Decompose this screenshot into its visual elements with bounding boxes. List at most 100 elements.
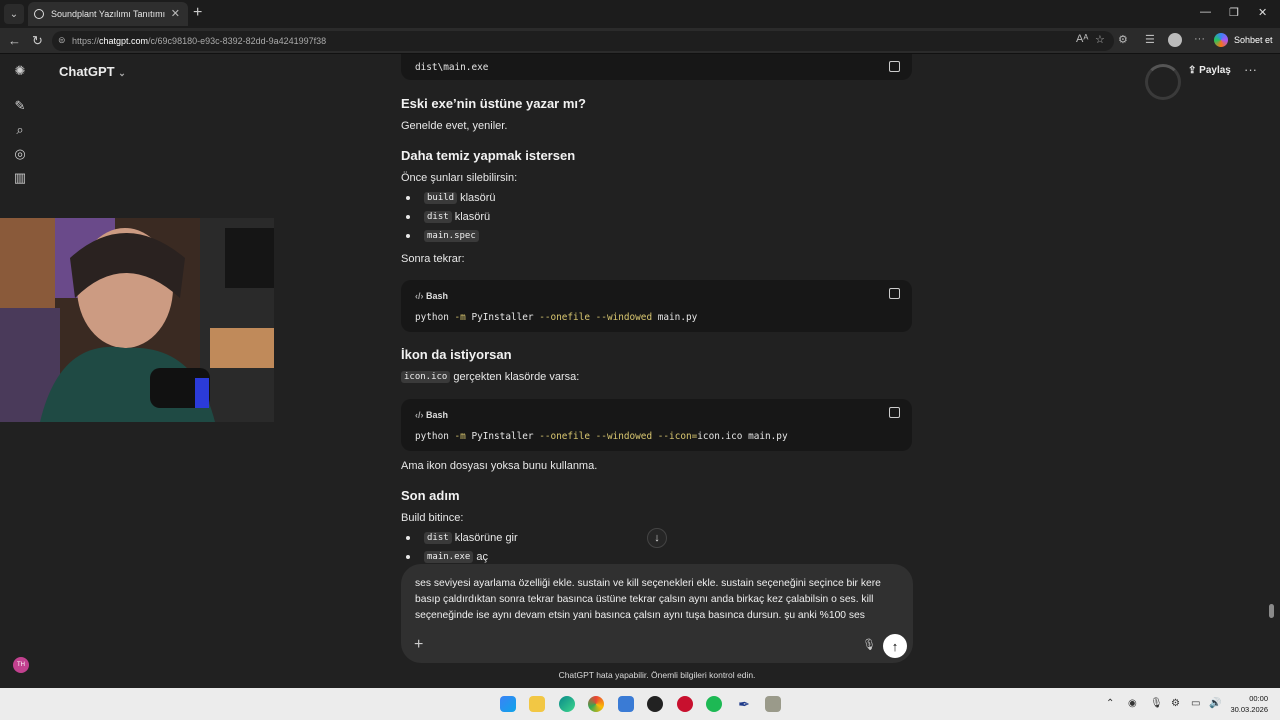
scroll-down-button[interactable]: ↓ [647, 528, 667, 548]
favorite-star-icon[interactable]: ☆ [1095, 33, 1105, 46]
file-explorer-icon[interactable] [529, 696, 545, 712]
code-block: ‹/› Bash python -m PyInstaller --onefile… [401, 399, 912, 451]
prompt-input[interactable]: ses seviyesi ayarlama özelliği ekle. sus… [415, 576, 895, 624]
reload-icon[interactable]: ↻ [32, 33, 43, 49]
scrollbar-thumb[interactable] [1269, 604, 1274, 618]
back-icon[interactable]: ← [8, 33, 21, 48]
url-host: chatgpt.com [99, 36, 149, 46]
browser-tab[interactable]: Soundplant Yazılımı Tanıtımı ✕ [28, 2, 188, 26]
favorites-icon[interactable]: ☰ [1145, 33, 1155, 46]
browser-tab-bar: ⌄ Soundplant Yazılımı Tanıtımı ✕ + — ❐ ✕ [0, 0, 1280, 28]
list-item-text: klasörüne gir [454, 532, 518, 544]
soundplant-icon[interactable] [765, 696, 781, 712]
more-options-icon[interactable]: ··· [1244, 62, 1257, 77]
tab-title: Soundplant Yazılımı Tanıtımı [51, 9, 166, 19]
profile-avatar[interactable] [1168, 33, 1182, 47]
library-icon[interactable]: ▥ [13, 171, 27, 185]
list-item: dist klasörüne gir [406, 532, 518, 544]
list-item-text: klasörü [460, 192, 496, 204]
webcam-overlay [0, 218, 274, 422]
code-line: python -m PyInstaller --onefile --window… [415, 431, 788, 442]
pen-icon[interactable]: ✒ [736, 696, 752, 712]
openai-logo-icon[interactable]: ✺ [13, 64, 27, 78]
taskbar: ✒ ⌃ ◉ 🎙 ⚙ ▭ 🔊 00:00 30.03.2026 [0, 688, 1280, 720]
images-icon[interactable]: ◎ [13, 147, 27, 161]
paragraph: icon.ico gerçekten klasörde varsa: [401, 371, 579, 383]
list-item: dist klasörü [406, 211, 490, 223]
inline-code: dist [424, 211, 452, 223]
copy-icon[interactable] [889, 407, 900, 418]
inline-code: icon.ico [401, 371, 451, 383]
read-aloud-icon[interactable]: Aᴬ [1076, 33, 1088, 45]
url-field[interactable]: ⊜ https://chatgpt.com/c/69c98180-e93c-83… [52, 31, 1114, 51]
share-button[interactable]: ⇪ Paylaş [1188, 65, 1231, 76]
start-icon[interactable] [500, 696, 516, 712]
url-scheme: https:// [72, 36, 100, 46]
edge-icon[interactable] [559, 696, 575, 712]
arrow-up-icon: ↑ [891, 638, 899, 654]
copy-icon[interactable] [889, 61, 900, 72]
new-tab-icon[interactable]: + [193, 4, 202, 22]
model-picker[interactable]: ChatGPT ⌄ [59, 64, 126, 79]
app-icon[interactable] [677, 696, 693, 712]
code-line: dist\main.exe [415, 62, 489, 73]
site-info-icon[interactable]: ⊜ [58, 35, 66, 46]
settings-tray-icon[interactable]: ⚙ [1171, 698, 1180, 709]
code-block: dist\main.exe [401, 54, 912, 80]
chatgpt-favicon-icon [34, 9, 44, 19]
minimize-icon[interactable]: — [1200, 6, 1211, 18]
steam-icon[interactable]: ◉ [1128, 698, 1137, 709]
chevron-down-icon: ⌄ [118, 68, 126, 78]
browser-menu-icon[interactable]: ··· [1194, 33, 1205, 45]
new-chat-icon[interactable]: ✎ [13, 99, 27, 113]
tab-close-icon[interactable]: ✕ [171, 7, 180, 20]
share-icon: ⇪ [1188, 65, 1197, 76]
model-name: ChatGPT [59, 64, 115, 79]
inline-code: main.spec [424, 230, 479, 242]
system-clock[interactable]: 00:00 30.03.2026 [1226, 693, 1268, 715]
message-composer: ses seviyesi ayarlama özelliği ekle. sus… [401, 564, 913, 663]
list-item: main.spec [406, 230, 482, 242]
send-button[interactable]: ↑ [883, 634, 907, 658]
webcam-image [0, 218, 274, 422]
code-language-label: ‹/› Bash [415, 291, 449, 301]
clock-time: 00:00 [1249, 694, 1268, 703]
paragraph: Önce şunları silebilirsin: [401, 172, 518, 184]
copilot-icon [1214, 33, 1228, 47]
display-icon[interactable]: ▭ [1191, 698, 1200, 709]
mic-tray-icon[interactable]: 🎙 [1150, 698, 1163, 709]
code-line: python -m PyInstaller --onefile --window… [415, 312, 698, 323]
heading: Son adım [401, 488, 460, 503]
list-item-text: klasörü [454, 211, 491, 223]
paragraph: Genelde evet, yeniler. [401, 120, 508, 132]
chrome-icon[interactable] [588, 696, 604, 712]
tab-actions-icon[interactable]: ⌄ [4, 4, 24, 24]
inline-code: dist [424, 532, 452, 544]
window-close-icon[interactable]: ✕ [1258, 6, 1267, 19]
copy-icon[interactable] [889, 288, 900, 299]
extensions-icon[interactable]: ⚙ [1118, 33, 1128, 46]
heading: Daha temiz yapmak istersen [401, 148, 576, 163]
list-item-text: aç [476, 551, 488, 563]
add-attachment-icon[interactable]: + [414, 636, 423, 654]
volume-icon[interactable]: 🔊 [1209, 698, 1221, 709]
url-path: /c/69c98180-e93c-8392-82dd-9a4241997f38 [148, 36, 327, 46]
copilot-chat-button[interactable]: Sohbet et [1214, 31, 1273, 49]
obs-icon[interactable] [647, 696, 663, 712]
loading-spinner-icon [1145, 64, 1181, 100]
spotify-icon[interactable] [706, 696, 722, 712]
microphone-icon[interactable]: 🎙 [862, 638, 876, 651]
search-icon[interactable]: ⌕ [13, 123, 27, 137]
code-block: ‹/› Bash python -m PyInstaller --onefile… [401, 280, 912, 332]
tray-overflow-icon[interactable]: ⌃ [1106, 698, 1114, 709]
paragraph: Sonra tekrar: [401, 253, 465, 265]
paragraph: Ama ikon dosyası yoksa bunu kullanma. [401, 460, 598, 472]
paragraph: Build bitince: [401, 512, 464, 524]
notepad-icon[interactable] [618, 696, 634, 712]
inline-code: main.exe [424, 551, 474, 563]
list-item: build klasörü [406, 192, 496, 204]
maximize-icon[interactable]: ❐ [1229, 6, 1239, 19]
code-language-label: ‹/› Bash [415, 410, 449, 420]
arrow-down-icon: ↓ [654, 532, 660, 544]
heading: İkon da istiyorsan [401, 347, 512, 362]
